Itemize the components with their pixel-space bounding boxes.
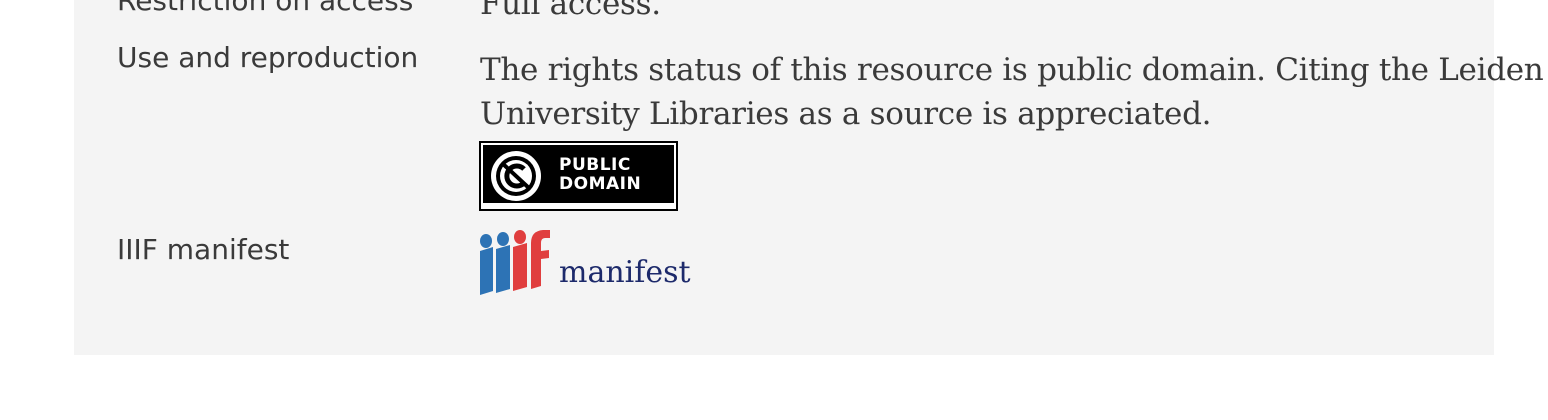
value-line-1: The rights status of this resource is pu… — [480, 52, 1544, 88]
public-domain-text-line2: DOMAIN — [559, 174, 642, 194]
metadata-label-iiif: IIIF manifest — [117, 233, 290, 266]
metadata-label-use-reproduction: Use and reproduction — [117, 41, 419, 74]
metadata-value-use-reproduction: The rights status of this resource is pu… — [480, 44, 1544, 96]
iiif-manifest-label: manifest — [559, 255, 691, 290]
public-domain-badge-fill: PUBLIC DOMAIN — [483, 145, 674, 203]
public-domain-badge[interactable]: PUBLIC DOMAIN — [479, 141, 678, 211]
public-domain-icon — [491, 151, 541, 201]
value-line-2: University Libraries as a source is appr… — [480, 96, 1212, 132]
iiif-manifest-link[interactable]: manifest — [479, 229, 691, 297]
metadata-value-restriction: Full access. — [480, 0, 661, 22]
iiif-logo-icon — [480, 230, 550, 295]
public-domain-text-line1: PUBLIC — [559, 155, 631, 175]
metadata-label-restriction: Restriction on access — [117, 0, 414, 17]
